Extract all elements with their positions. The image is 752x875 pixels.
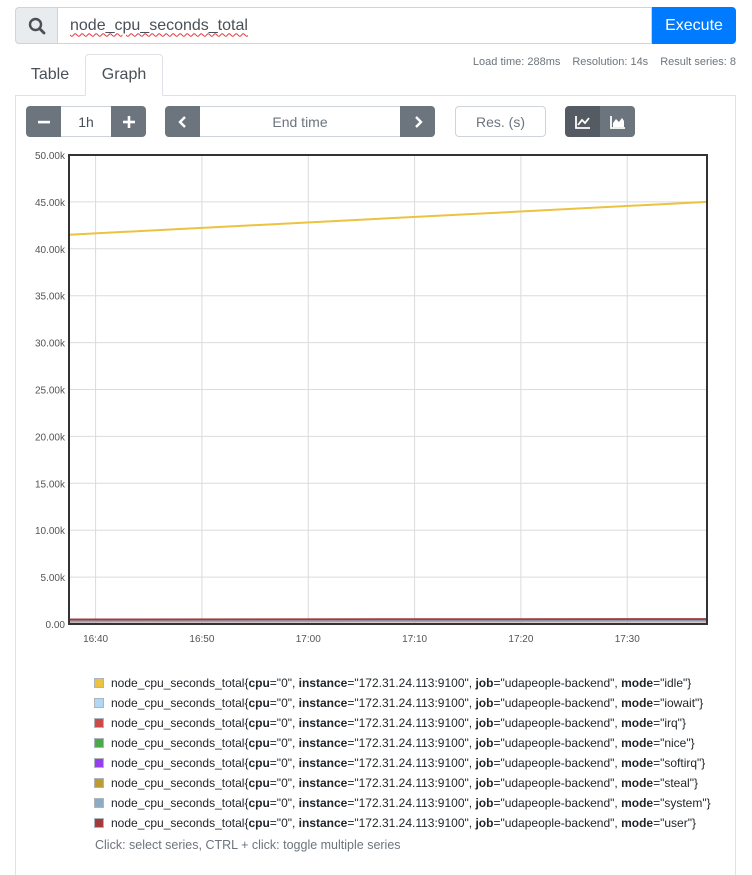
legend-hint: Click: select series, CTRL + click: togg… (95, 838, 401, 852)
chart-grid (69, 155, 707, 624)
legend-item[interactable]: node_cpu_seconds_total{cpu="0", instance… (94, 693, 734, 713)
legend-label: node_cpu_seconds_total{cpu="0", instance… (111, 796, 711, 810)
x-tick-label: 17:20 (508, 634, 533, 645)
legend-label: node_cpu_seconds_total{cpu="0", instance… (111, 756, 705, 770)
x-tick-label: 16:50 (189, 634, 214, 645)
x-tick-label: 17:30 (615, 634, 640, 645)
legend-item[interactable]: node_cpu_seconds_total{cpu="0", instance… (94, 673, 734, 693)
legend-label: node_cpu_seconds_total{cpu="0", instance… (111, 716, 686, 730)
y-tick-label: 10.00k (35, 526, 66, 537)
series-line-idle[interactable] (69, 202, 707, 235)
legend-item[interactable]: node_cpu_seconds_total{cpu="0", instance… (94, 773, 734, 793)
y-tick-label: 50.00k (35, 151, 66, 162)
legend-swatch (94, 678, 104, 688)
legend-label: node_cpu_seconds_total{cpu="0", instance… (111, 696, 703, 710)
legend-item[interactable]: node_cpu_seconds_total{cpu="0", instance… (94, 753, 734, 773)
legend-swatch (94, 758, 104, 768)
chart-axis-labels: 0.00 5.00k 10.00k 15.00k 20.00k 25.00k 30.00k 3… (35, 151, 640, 645)
y-tick-label: 30.00k (35, 339, 66, 350)
chart-series (69, 202, 707, 624)
legend-swatch (94, 818, 104, 828)
legend-item[interactable]: node_cpu_seconds_total{cpu="0", instance… (94, 813, 734, 833)
y-tick-label: 20.00k (35, 432, 66, 443)
y-tick-label: 5.00k (41, 573, 66, 584)
x-tick-label: 16:40 (83, 634, 108, 645)
legend-item[interactable]: node_cpu_seconds_total{cpu="0", instance… (94, 793, 734, 813)
y-tick-label: 15.00k (35, 479, 66, 490)
legend-swatch (94, 798, 104, 808)
x-tick-label: 17:00 (296, 634, 321, 645)
legend-label: node_cpu_seconds_total{cpu="0", instance… (111, 776, 698, 790)
x-tick-label: 17:10 (402, 634, 427, 645)
y-tick-label: 0.00 (46, 620, 66, 631)
series-legend: node_cpu_seconds_total{cpu="0", instance… (94, 673, 734, 833)
legend-swatch (94, 738, 104, 748)
legend-label: node_cpu_seconds_total{cpu="0", instance… (111, 736, 695, 750)
legend-label: node_cpu_seconds_total{cpu="0", instance… (111, 816, 696, 830)
y-tick-label: 40.00k (35, 245, 66, 256)
legend-swatch (94, 718, 104, 728)
legend-label: node_cpu_seconds_total{cpu="0", instance… (111, 676, 691, 690)
y-tick-label: 35.00k (35, 292, 66, 303)
legend-swatch (94, 698, 104, 708)
time-series-chart[interactable]: 0.00 5.00k 10.00k 15.00k 20.00k 25.00k 30.00k 3… (0, 0, 752, 660)
tab-graph[interactable]: Graph (85, 54, 163, 96)
legend-item[interactable]: node_cpu_seconds_total{cpu="0", instance… (94, 713, 734, 733)
y-tick-label: 25.00k (35, 386, 66, 397)
legend-item[interactable]: node_cpu_seconds_total{cpu="0", instance… (94, 733, 734, 753)
legend-swatch (94, 778, 104, 788)
y-tick-label: 45.00k (35, 198, 66, 209)
